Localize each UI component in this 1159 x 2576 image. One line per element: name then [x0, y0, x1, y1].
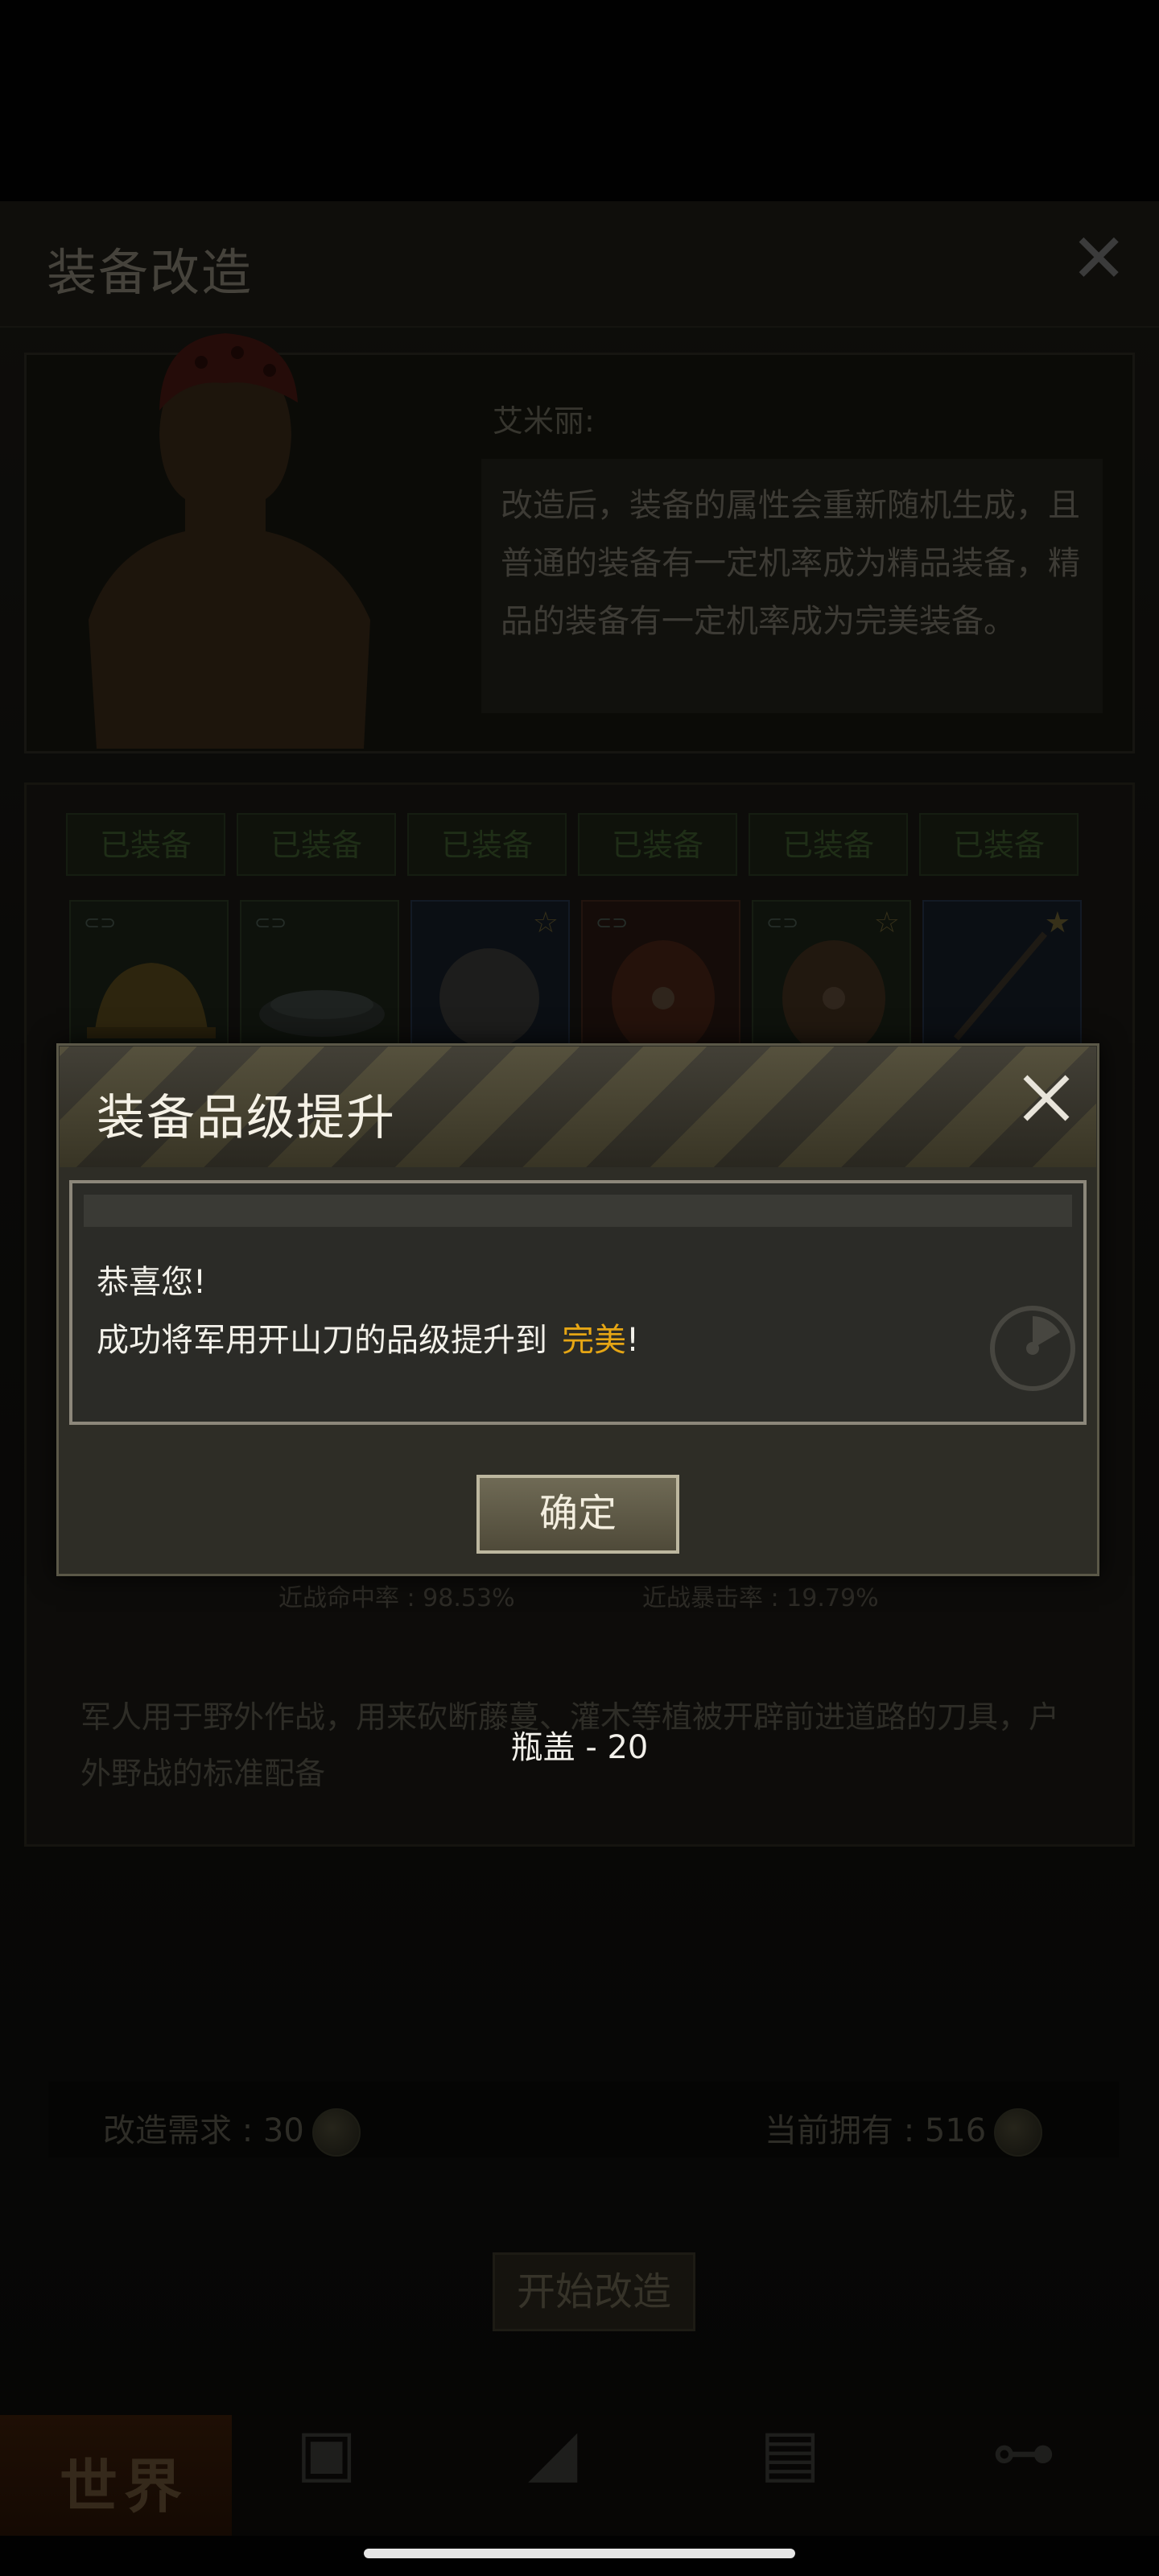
home-indicator[interactable] [364, 2549, 795, 2558]
radiation-icon [990, 1306, 1075, 1391]
reward-toast: 瓶盖 - 20 [510, 1729, 649, 1766]
message-box-strip [84, 1195, 1072, 1227]
dialog-title: 装备品级提升 [97, 1090, 396, 1146]
close-icon[interactable] [1016, 1067, 1077, 1129]
upgrade-message-suffix: ! [626, 1322, 640, 1359]
upgrade-message-prefix: 成功将军用开山刀的品级提升到 [97, 1322, 547, 1359]
congrats-text: 恭喜您! [97, 1264, 207, 1301]
upgrade-message: 成功将军用开山刀的品级提升到 完美! [97, 1314, 639, 1360]
confirm-button[interactable]: 确定 [476, 1475, 679, 1554]
quality-highlight: 完美 [562, 1322, 626, 1359]
